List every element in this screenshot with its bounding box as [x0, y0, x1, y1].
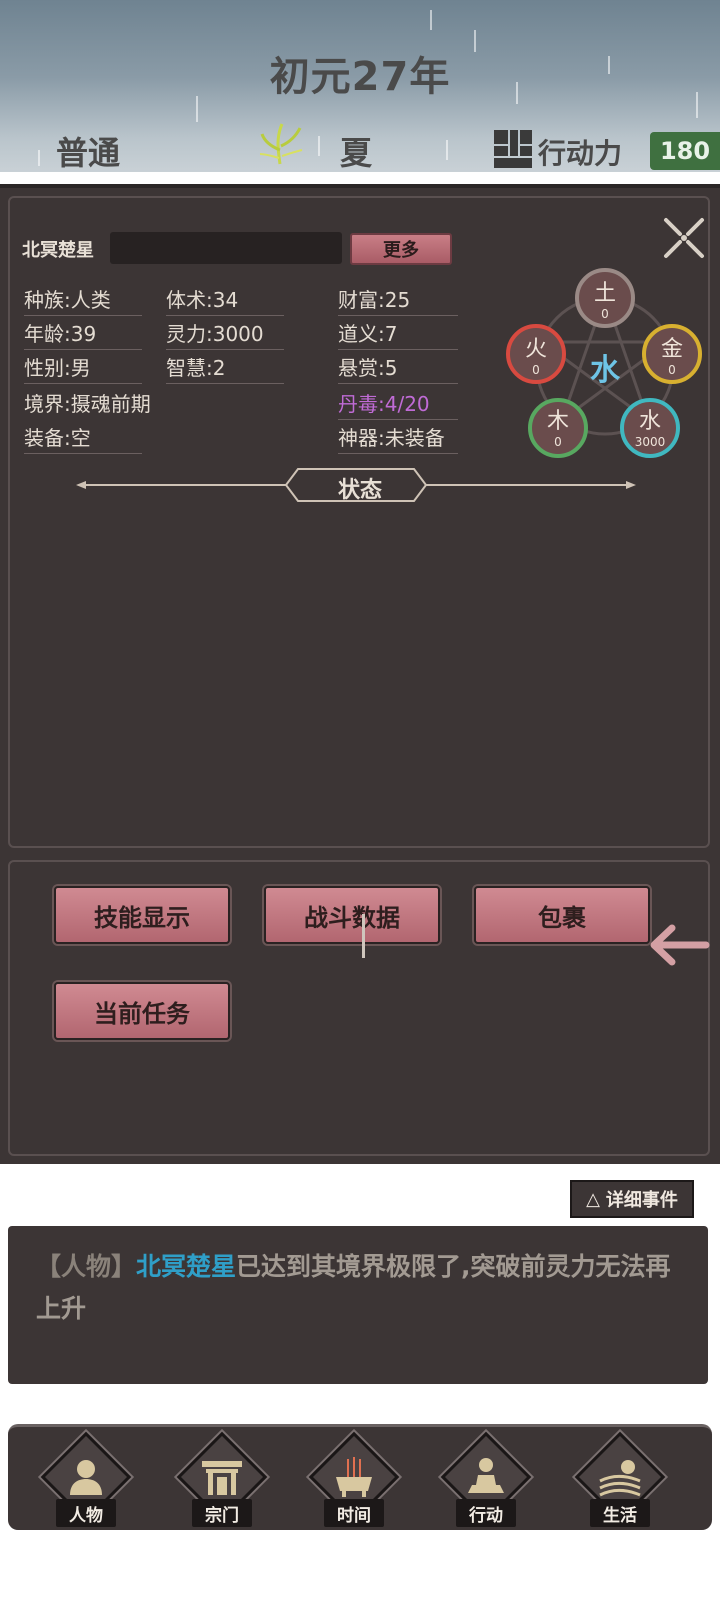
bag-button[interactable]: 包裹 — [474, 886, 650, 944]
character-name: 北冥楚星 — [22, 240, 94, 261]
svg-text:0: 0 — [554, 435, 562, 449]
fire-element[interactable]: 火 0 — [506, 324, 566, 384]
season-label: 夏 — [340, 134, 373, 172]
skills-button[interactable]: 技能显示 — [54, 886, 230, 944]
meditating-person-icon — [468, 1458, 504, 1493]
nav-sect[interactable]: 宗门 — [172, 1431, 272, 1531]
body-stat: 体术:34 — [166, 284, 284, 316]
wealth-stat: 财富:25 — [338, 284, 458, 316]
age-stat: 年龄:39 — [24, 318, 142, 350]
gate-icon — [202, 1461, 242, 1495]
person-icon — [70, 1460, 102, 1495]
race-stat: 种族:人类 — [24, 284, 142, 316]
action-points-value: 180 — [650, 132, 720, 170]
nav-life-label: 生活 — [590, 1499, 650, 1527]
wisdom-stat: 智慧:2 — [166, 352, 284, 384]
svg-text:土: 土 — [594, 281, 616, 306]
five-elements-diagram[interactable]: 水 土 0 金 0 水 3000 木 0 火 0 — [500, 268, 710, 458]
event-character-name[interactable]: 北冥楚星 — [136, 1252, 236, 1281]
rain-streak — [430, 10, 432, 30]
svg-text:3000: 3000 — [635, 435, 666, 449]
nav-action-label: 行动 — [456, 1499, 516, 1527]
equipment-stat: 装备:空 — [24, 422, 142, 454]
wood-element[interactable]: 木 0 — [528, 398, 588, 458]
svg-text:金: 金 — [661, 337, 683, 362]
rain-streak — [446, 140, 448, 160]
spirit-stat: 灵力:3000 — [166, 318, 284, 350]
action-points-label: 行动力 — [538, 137, 623, 170]
battle-data-button[interactable]: 战斗数据 — [264, 886, 440, 944]
bottom-nav: 人物 宗门 时间 行动 生活 — [8, 1424, 712, 1530]
svg-text:0: 0 — [668, 363, 676, 377]
poison-stat: 丹毒:4/20 — [338, 388, 458, 420]
detailed-events-label: 详细事件 — [605, 1190, 678, 1211]
event-tag: 【人物】 — [36, 1252, 137, 1281]
status-title: 状态 — [337, 478, 382, 503]
morality-stat: 道义:7 — [338, 318, 458, 350]
artifact-stat: 神器:未装备 — [338, 422, 458, 454]
triangle-icon: △ — [586, 1188, 600, 1210]
action-points-icon — [494, 130, 532, 168]
summer-grass-icon — [259, 123, 303, 165]
character-panel: 北冥楚星 更多 种族:人类 年龄:39 性别:男 境界:摄魂前期 装备:空 体术… — [0, 184, 720, 1164]
earth-element[interactable]: 土 0 — [575, 268, 635, 328]
nav-character-label: 人物 — [56, 1499, 116, 1527]
svg-text:火: 火 — [525, 337, 547, 362]
svg-text:0: 0 — [532, 363, 540, 377]
svg-text:水: 水 — [639, 409, 661, 434]
top-header: 初元27年 普通 夏 行动力 180 — [0, 0, 720, 172]
name-bar — [110, 232, 342, 264]
nav-action[interactable]: 行动 — [436, 1431, 536, 1531]
more-button[interactable]: 更多 — [350, 233, 452, 265]
element-center-text: 水 — [590, 353, 621, 388]
nav-time[interactable]: 时间 — [304, 1431, 404, 1531]
gender-stat: 性别:男 — [24, 352, 142, 384]
back-arrow-icon[interactable] — [648, 922, 710, 968]
svg-text:0: 0 — [601, 307, 609, 321]
realm-stat: 境界:摄魂前期 — [24, 392, 151, 416]
year-title: 初元27年 — [269, 54, 451, 100]
nav-life[interactable]: 生活 — [570, 1431, 670, 1531]
bounty-stat: 悬赏:5 — [338, 352, 458, 384]
rain-streak — [38, 150, 40, 166]
text-cursor — [362, 914, 365, 958]
event-log: 【人物】北冥楚星已达到其境界极限了,突破前灵力无法再上升 — [8, 1226, 708, 1384]
nav-sect-label: 宗门 — [192, 1499, 252, 1527]
current-tasks-button[interactable]: 当前任务 — [54, 982, 230, 1040]
incense-burner-icon — [336, 1457, 372, 1497]
svg-text:木: 木 — [547, 409, 569, 434]
rain-streak — [318, 136, 320, 156]
difficulty-label: 普通 — [56, 134, 121, 172]
nav-character[interactable]: 人物 — [36, 1431, 136, 1531]
field-sun-icon — [599, 1460, 641, 1497]
detailed-events-button[interactable]: △ 详细事件 — [570, 1180, 694, 1218]
water-element[interactable]: 水 3000 — [620, 398, 680, 458]
nav-time-label: 时间 — [324, 1499, 384, 1527]
close-icon[interactable] — [660, 214, 708, 262]
metal-element[interactable]: 金 0 — [642, 324, 702, 384]
